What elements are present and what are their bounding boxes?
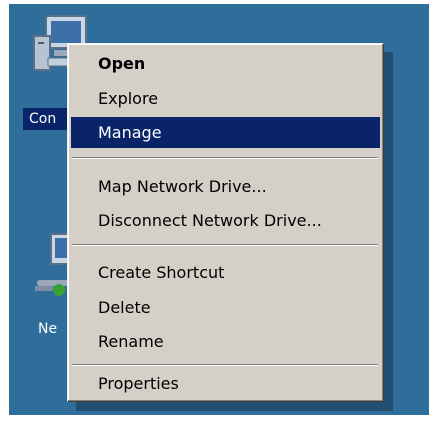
menu-item-open[interactable]: Open bbox=[71, 48, 380, 79]
context-menu: Open Explore Manage Map Network Drive...… bbox=[67, 43, 384, 402]
menu-item-rename[interactable]: Rename bbox=[71, 326, 380, 357]
menu-item-manage[interactable]: Manage bbox=[71, 117, 380, 148]
menu-item-explore[interactable]: Explore bbox=[71, 83, 380, 114]
menu-separator bbox=[72, 364, 378, 366]
menu-item-delete[interactable]: Delete bbox=[71, 292, 380, 323]
menu-item-disconnect-network-drive[interactable]: Disconnect Network Drive... bbox=[71, 205, 380, 236]
menu-separator bbox=[72, 157, 378, 159]
menu-item-create-shortcut[interactable]: Create Shortcut bbox=[71, 257, 380, 288]
menu-separator bbox=[72, 244, 378, 246]
menu-item-map-network-drive[interactable]: Map Network Drive... bbox=[71, 171, 380, 202]
my-network-label[interactable]: Ne bbox=[38, 320, 57, 338]
menu-item-properties[interactable]: Properties bbox=[71, 368, 380, 399]
